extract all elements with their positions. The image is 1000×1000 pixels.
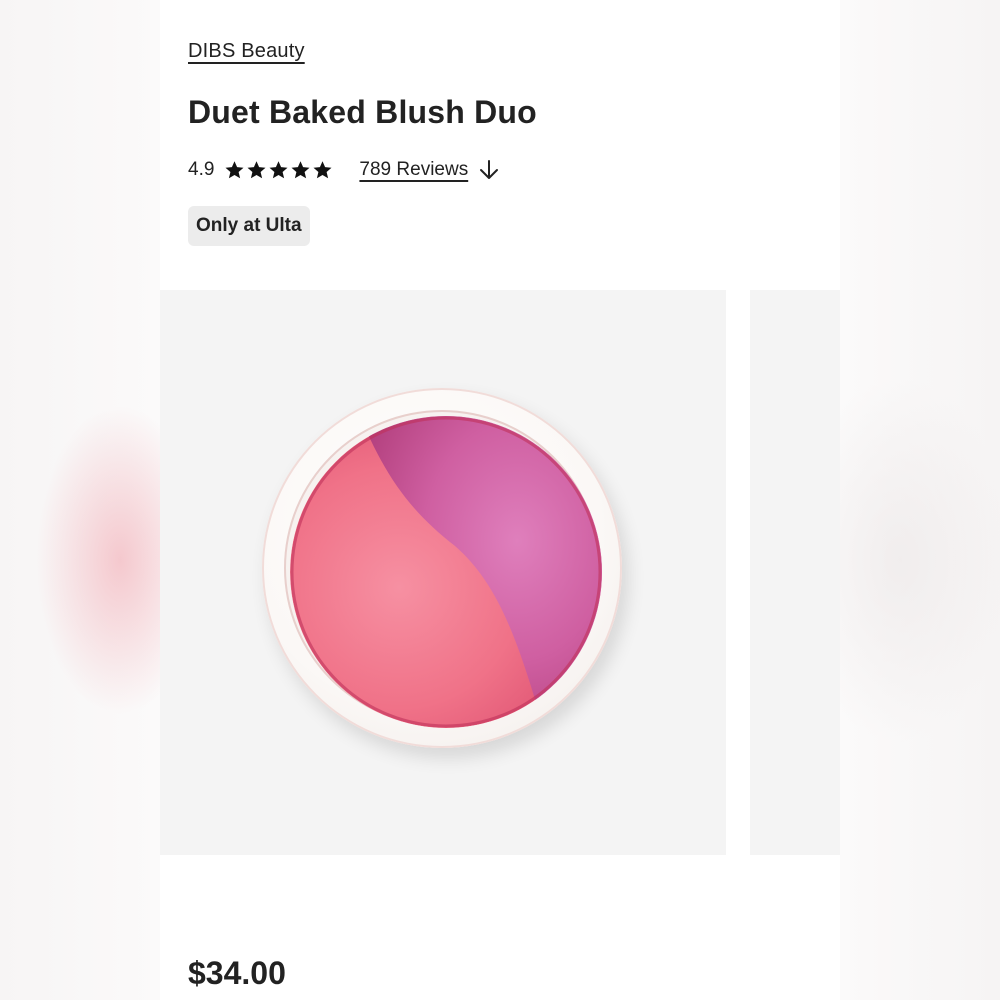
next-image-slide[interactable]	[750, 290, 840, 855]
star-icon	[268, 160, 289, 180]
product-image-slide[interactable]	[160, 290, 726, 855]
brand-link[interactable]: DIBS Beauty	[188, 40, 305, 63]
rating-row: 4.9 789 Reviews	[188, 156, 500, 184]
star-icon	[246, 160, 267, 180]
product-title: Duet Baked Blush Duo	[188, 94, 537, 130]
blush-pan	[290, 416, 602, 728]
star-rating	[224, 160, 333, 180]
arrow-down-icon[interactable]	[478, 158, 500, 182]
exclusive-badge: Only at Ulta	[188, 206, 310, 246]
product-page: DIBS Beauty Duet Baked Blush Duo 4.9 789…	[160, 0, 840, 1000]
reviews-link[interactable]: 789 Reviews	[359, 159, 468, 181]
star-icon	[312, 160, 333, 180]
star-icon	[290, 160, 311, 180]
rating-value: 4.9	[188, 159, 215, 180]
product-price: $34.00	[188, 955, 286, 991]
star-icon	[224, 160, 245, 180]
blush-compact-image	[262, 388, 622, 748]
